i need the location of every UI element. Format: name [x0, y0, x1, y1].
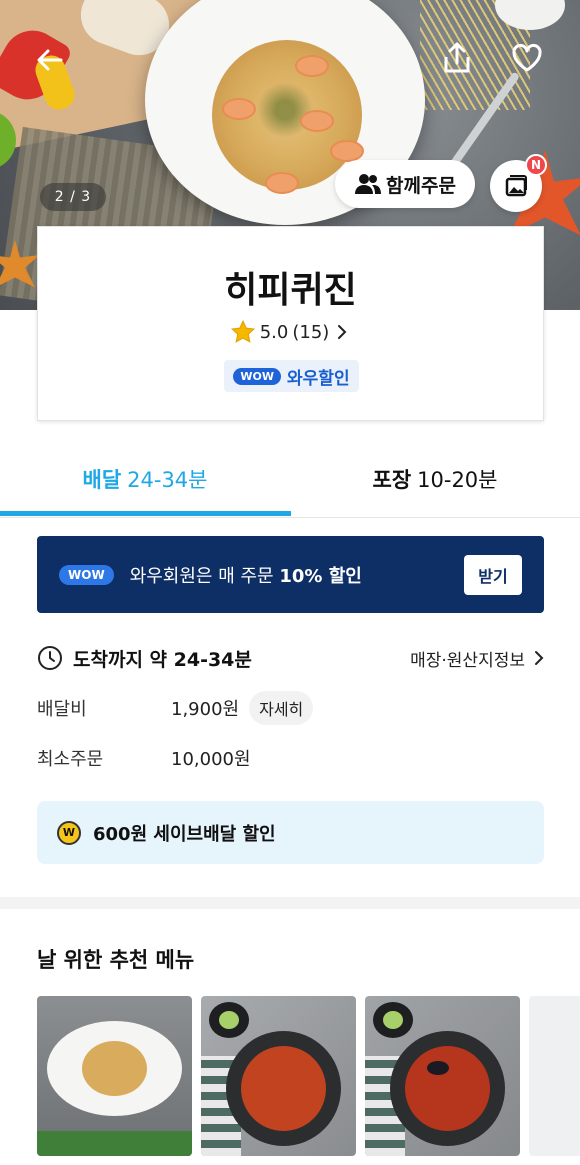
- wow-discount-tag: WOW 와우할인: [224, 360, 359, 392]
- recommend-title: 날 위한 추천 메뉴: [37, 948, 195, 972]
- pickle-bowl: [373, 1002, 413, 1038]
- fee-detail-button[interactable]: 자세히: [249, 691, 314, 725]
- section-divider: [0, 897, 580, 909]
- pasta-dish: [82, 1041, 147, 1096]
- favorite-button[interactable]: [507, 38, 547, 78]
- chevron-right-icon: [338, 325, 347, 339]
- banner-text-bold: 10% 할인: [279, 565, 362, 587]
- garnish: [37, 1131, 192, 1156]
- recommend-menu-item[interactable]: [201, 996, 356, 1156]
- recommend-menu-item[interactable]: [529, 996, 580, 1156]
- tab-delivery-time: 24-34분: [127, 467, 208, 492]
- wow-pill: WOW: [233, 367, 282, 385]
- tab-pickup-label: 포장: [372, 467, 412, 492]
- tab-delivery-label: 배달: [82, 467, 122, 492]
- store-origin-info-link[interactable]: 매장·원산지정보: [410, 640, 547, 676]
- shrimp: [300, 110, 334, 132]
- heart-icon: [512, 44, 542, 72]
- group-order-button[interactable]: 함께주문: [335, 160, 475, 208]
- delivery-fee-row: 배달비 1,900원 자세히: [37, 690, 314, 726]
- pickle-bowl: [209, 1002, 249, 1038]
- back-button[interactable]: [30, 40, 70, 80]
- min-order-row: 최소주문 10,000원: [37, 740, 251, 776]
- shrimp: [265, 172, 299, 194]
- order-type-tabs: 배달 24-34분 포장 10-20분: [0, 440, 580, 518]
- eta-row: 도착까지 약 24-34분 매장·원산지정보: [37, 640, 547, 676]
- min-order-label: 최소주문: [37, 749, 104, 770]
- mussel: [427, 1061, 449, 1075]
- review-count: (15): [292, 321, 330, 343]
- pasta-dish: [405, 1046, 490, 1131]
- share-button[interactable]: [437, 38, 477, 78]
- rating-link[interactable]: 5.0 (15): [38, 319, 543, 345]
- rating-score: 5.0: [259, 321, 289, 343]
- wow-discount-label: 와우할인: [287, 368, 350, 389]
- recommend-menu-item[interactable]: [37, 996, 192, 1156]
- recommend-menu-item[interactable]: [365, 996, 520, 1156]
- group-icon: [355, 174, 382, 194]
- store-info-card: 히피퀴진 5.0 (15) WOW 와우할인: [37, 226, 544, 421]
- clock-icon: [38, 646, 62, 670]
- photo-icon: [505, 175, 527, 197]
- back-arrow-icon: [37, 49, 63, 71]
- get-coupon-button[interactable]: 받기: [464, 555, 522, 595]
- coin-icon: W: [57, 820, 81, 845]
- tab-delivery[interactable]: 배달 24-34분: [0, 440, 290, 517]
- image-counter: 2 / 3: [40, 183, 106, 211]
- store-origin-info-label: 매장·원산지정보: [410, 650, 525, 671]
- new-badge: N: [525, 154, 547, 176]
- chevron-right-icon: [535, 651, 544, 665]
- wow-pill: WOW: [59, 564, 114, 585]
- wow-member-banner[interactable]: WOW 와우회원은 매 주문 10% 할인 받기: [37, 536, 544, 613]
- tab-pickup-time: 10-20분: [417, 467, 498, 492]
- group-order-label: 함께주문: [386, 174, 456, 197]
- delivery-fee-label: 배달비: [37, 699, 87, 720]
- save-delivery-discount: W 600원 세이브배달 할인: [37, 801, 544, 864]
- delivery-fee-value: 1,900원: [171, 699, 240, 720]
- active-tab-indicator: [0, 511, 291, 516]
- eta-text: 도착까지 약 24-34분: [73, 648, 252, 671]
- min-order-value: 10,000원: [171, 749, 251, 770]
- store-name: 히피퀴진: [224, 270, 357, 311]
- banner-text-prefix: 와우회원은 매 주문: [129, 565, 280, 587]
- save-delivery-text: 600원 세이브배달 할인: [93, 823, 276, 845]
- pasta-dish: [241, 1046, 326, 1131]
- shrimp: [330, 140, 364, 162]
- shrimp: [222, 98, 256, 120]
- share-icon: [444, 42, 470, 73]
- shrimp: [295, 55, 329, 77]
- banner-text: 와우회원은 매 주문 10% 할인: [130, 562, 362, 588]
- star-icon: [230, 319, 255, 343]
- tab-pickup[interactable]: 포장 10-20분: [290, 440, 580, 517]
